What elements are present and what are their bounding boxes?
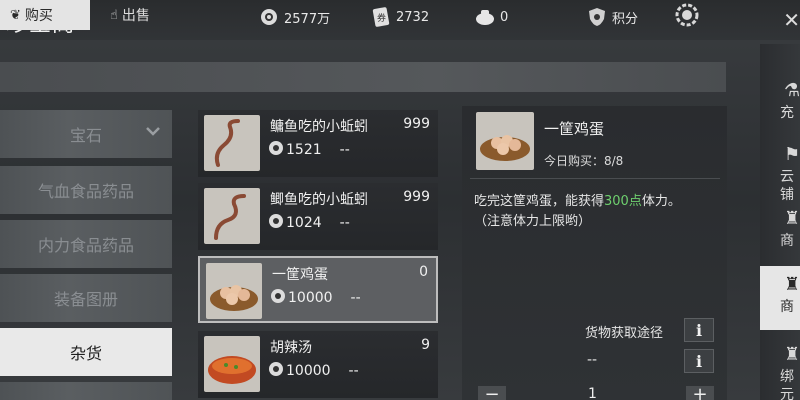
cloud-shop-icon: ⚑: [784, 144, 800, 165]
svg-text:券: 券: [377, 12, 386, 24]
worm-icon: [204, 188, 260, 244]
ticket-value: 2732: [396, 9, 430, 25]
item-name: 一筐鸡蛋: [272, 267, 328, 283]
item-stock: 0: [419, 264, 428, 280]
category-label: 内力食品药品: [37, 236, 134, 255]
desc-text: 吃完这筐鸡蛋，能获得: [474, 194, 605, 209]
nav-label: 云铺: [780, 169, 794, 203]
category-hp-food[interactable]: 气血食品药品: [0, 166, 172, 214]
category-next[interactable]: [0, 382, 172, 400]
coin-icon: [268, 213, 284, 233]
item-price-alt: --: [339, 142, 350, 158]
worm-icon: [204, 115, 260, 171]
list-item[interactable]: 胡辣汤 9 10000 --: [198, 331, 438, 398]
item-stock: 999: [403, 116, 430, 132]
coin-icon: [258, 6, 280, 28]
egg-basket-icon: [476, 112, 534, 170]
points-label: 积分: [612, 11, 639, 27]
increment-button[interactable]: +: [686, 386, 714, 400]
list-item[interactable]: 鳙鱼吃的小蚯蚓 999 1521 --: [198, 110, 438, 177]
price-row: 10000 --: [268, 361, 359, 381]
gear-icon: [674, 2, 700, 28]
category-gems[interactable]: 宝石: [0, 110, 172, 158]
tab-sell-label: 出售: [121, 8, 150, 24]
settings-button[interactable]: [674, 2, 704, 28]
desc-text-end: 体力。: [641, 194, 681, 209]
daily-limit: 今日购买：8/8: [544, 154, 624, 168]
category-label: 宝石: [69, 126, 102, 145]
info-button[interactable]: i: [684, 318, 714, 342]
item-price-alt: --: [339, 215, 350, 231]
nav-bound-yuan[interactable]: ♜ 绑元: [760, 336, 800, 400]
item-price: 10000: [286, 363, 331, 379]
item-price: 10000: [288, 290, 333, 306]
info-button[interactable]: i: [684, 349, 714, 373]
nav-cloud-shop[interactable]: ⚑ 云铺: [760, 136, 800, 203]
category-mp-food[interactable]: 内力食品药品: [0, 220, 172, 268]
detail-item-name: 一筐鸡蛋: [544, 120, 605, 138]
tab-buy-label: 购买: [24, 8, 53, 24]
category-label: 装备图册: [53, 290, 118, 309]
money-value: 2577万: [284, 11, 331, 27]
tab-sell[interactable]: ☝ 出售: [110, 0, 210, 30]
source-label: 货物获取途径: [585, 326, 664, 341]
item-price: 1521: [286, 142, 322, 158]
sell-hand-icon: ☝: [110, 7, 118, 23]
chevron-down-icon: [144, 122, 162, 144]
list-item[interactable]: 鲫鱼吃的小蚯蚓 999 1024 --: [198, 183, 438, 250]
nav-label: 商: [780, 299, 794, 315]
money-counter: 2577万: [258, 6, 330, 28]
category-label: 杂货: [69, 344, 102, 363]
quantity-value: 1: [588, 386, 597, 400]
desc-note: （注意体力上限哟）: [474, 214, 592, 229]
item-price-alt: --: [348, 363, 359, 379]
item-stock: 999: [403, 189, 430, 205]
category-label: 气血食品药品: [37, 182, 134, 201]
buy-icon: ❦: [10, 7, 21, 23]
nav-label: 充: [780, 105, 794, 121]
favor-counter: 0: [474, 6, 508, 28]
nav-shop-active[interactable]: ♜ 商: [760, 266, 800, 330]
desc-highlight: 300点: [604, 194, 642, 209]
item-price: 1024: [286, 215, 322, 231]
pouch-icon: [474, 6, 496, 28]
points-button[interactable]: 积分: [586, 6, 638, 28]
tab-buy[interactable]: ❦ 购买: [0, 0, 90, 30]
item-name: 鳙鱼吃的小蚯蚓: [270, 119, 368, 135]
category-equipment-books[interactable]: 装备图册: [0, 274, 172, 322]
divider: [470, 178, 720, 179]
price-row: 1521 --: [268, 140, 350, 160]
shield-icon: [586, 6, 608, 28]
favor-value: 0: [500, 9, 509, 25]
bound-yuan-icon: ♜: [784, 344, 800, 365]
item-name: 胡辣汤: [270, 340, 312, 356]
coin-icon: [268, 361, 284, 381]
soup-bowl-icon: [204, 336, 260, 392]
decrement-button[interactable]: −: [478, 386, 506, 400]
item-stock: 9: [421, 337, 430, 353]
item-description: 吃完这筐鸡蛋，能获得300点体力。 （注意体力上限哟）: [474, 192, 724, 232]
coin-icon: [270, 288, 286, 308]
nav-label: 商: [780, 233, 794, 249]
shop-icon: ♜: [784, 208, 800, 229]
item-price-alt: --: [350, 290, 361, 306]
price-row: 10000 --: [270, 288, 361, 308]
category-misc[interactable]: 杂货: [0, 328, 172, 376]
nav-label: 绑元: [780, 369, 794, 400]
coin-icon: [268, 140, 284, 160]
item-name: 鲫鱼吃的小蚯蚓: [270, 192, 368, 208]
close-icon[interactable]: ✕: [783, 8, 800, 32]
ticket-icon: 券: [370, 6, 392, 28]
egg-basket-icon: [206, 263, 262, 319]
price-row: 1024 --: [268, 213, 350, 233]
source-value: --: [587, 352, 598, 368]
ticket-counter: 券 2732: [370, 6, 429, 28]
recharge-icon: ⚗: [784, 80, 800, 101]
nav-recharge[interactable]: ⚗ 充: [760, 72, 800, 136]
nav-shop[interactable]: ♜ 商: [760, 200, 800, 264]
list-item-selected[interactable]: 一筐鸡蛋 0 10000 --: [198, 256, 438, 323]
tab-bar: [0, 62, 726, 92]
shop-icon: ♜: [784, 274, 800, 295]
